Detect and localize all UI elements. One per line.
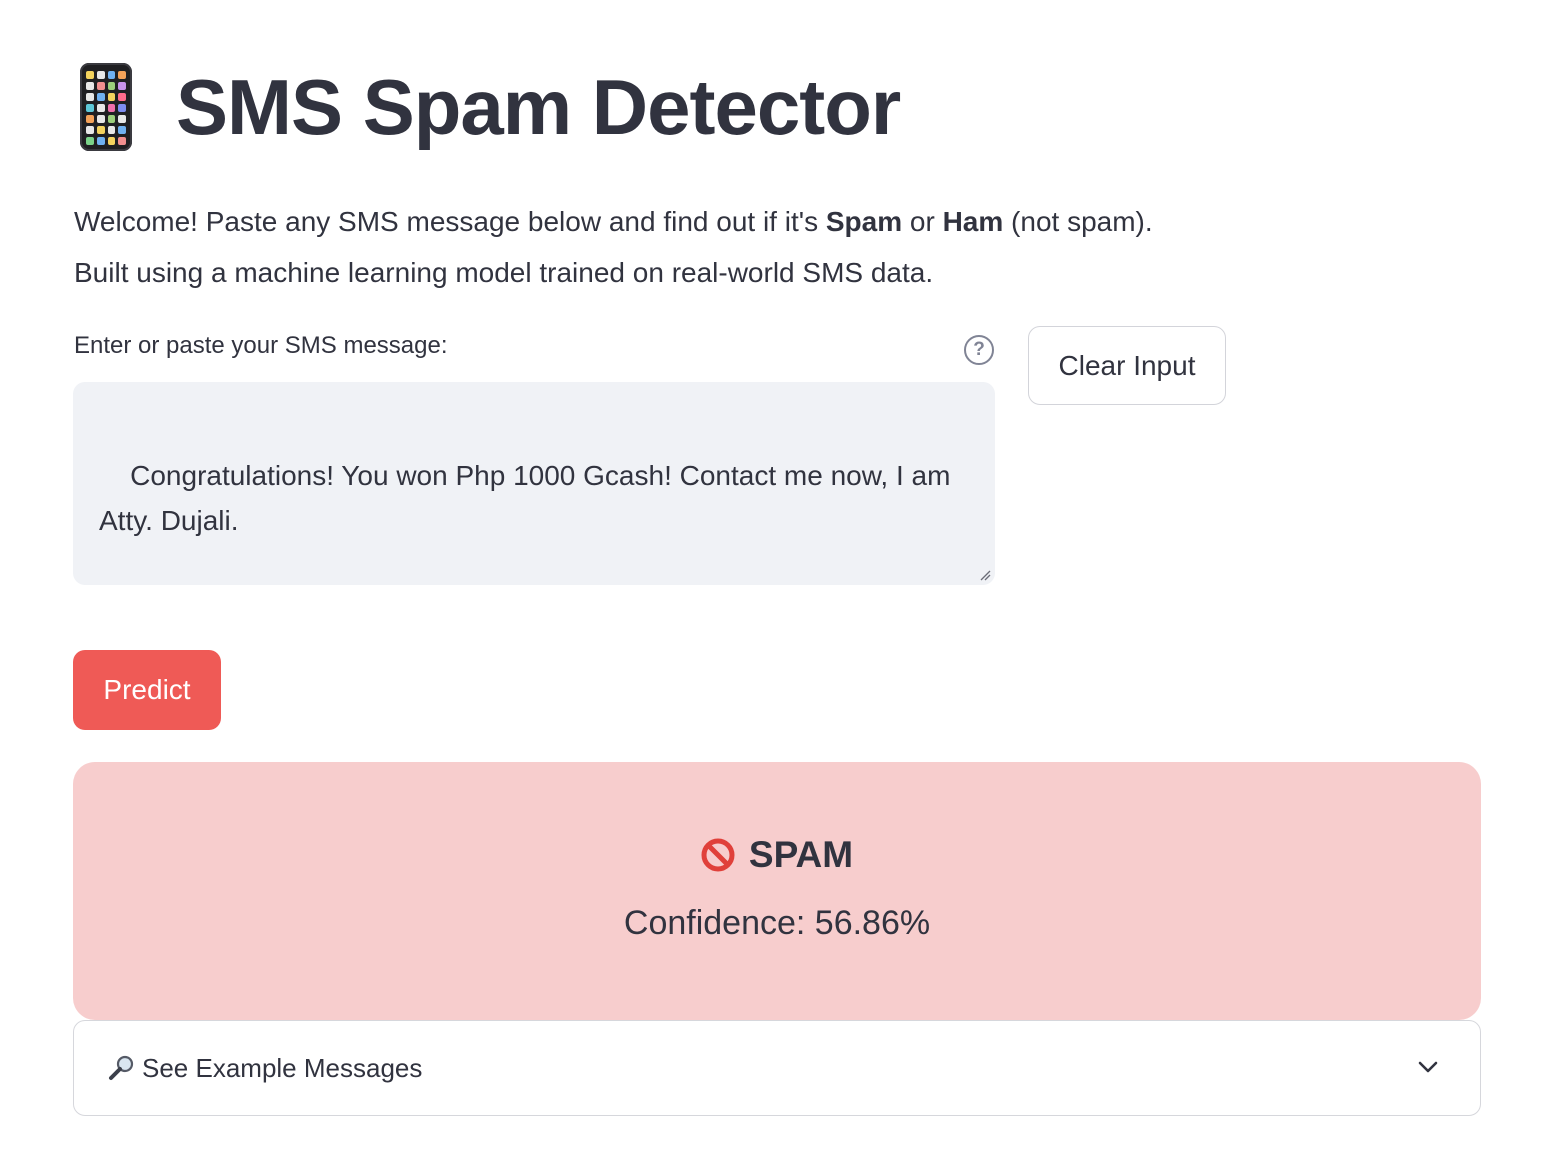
intro-line-1-suffix: (not spam). — [1003, 206, 1153, 237]
intro-spam-word: Spam — [825, 206, 903, 237]
message-text: Congratulations! You won Php 1000 Gcash!… — [99, 460, 951, 536]
confidence-text: Confidence: 56.86% — [623, 904, 931, 942]
chevron-down-icon[interactable] — [1416, 1055, 1440, 1079]
intro-text: Welcome! Paste any SMS message below and… — [74, 196, 1374, 298]
intro-line-1: Welcome! Paste any SMS message below and… — [74, 196, 1374, 247]
page-title: SMS Spam Detector — [176, 62, 901, 151]
expander-label: See Example Messages — [142, 1052, 423, 1083]
intro-line-1-prefix: Welcome! Paste any SMS message below and… — [74, 206, 826, 237]
help-icon[interactable]: ? — [964, 335, 994, 365]
title-row: SMS Spam Detector — [80, 52, 901, 162]
predict-button[interactable]: Predict — [73, 650, 221, 730]
magnifier-icon — [109, 1055, 134, 1080]
message-textarea[interactable]: Congratulations! You won Php 1000 Gcash!… — [73, 382, 995, 585]
intro-ham-word: Ham — [942, 206, 1004, 237]
result-panel: SPAM Confidence: 56.86% — [73, 762, 1481, 1020]
resize-grip-icon[interactable] — [979, 569, 991, 581]
result-label: SPAM — [748, 834, 854, 875]
clear-input-button[interactable]: Clear Input — [1028, 326, 1226, 405]
intro-or-word: or — [902, 206, 943, 237]
result-label-row: SPAM — [73, 834, 1481, 876]
example-messages-expander[interactable]: See Example Messages — [73, 1020, 1481, 1116]
intro-line-2: Built using a machine learning model tra… — [74, 257, 934, 288]
mobile-phone-icon — [80, 63, 132, 151]
message-field-label: Enter or paste your SMS message: — [74, 332, 448, 359]
no-entry-icon — [701, 838, 735, 872]
app-page: SMS Spam Detector Welcome! Paste any SMS… — [0, 0, 1542, 1150]
